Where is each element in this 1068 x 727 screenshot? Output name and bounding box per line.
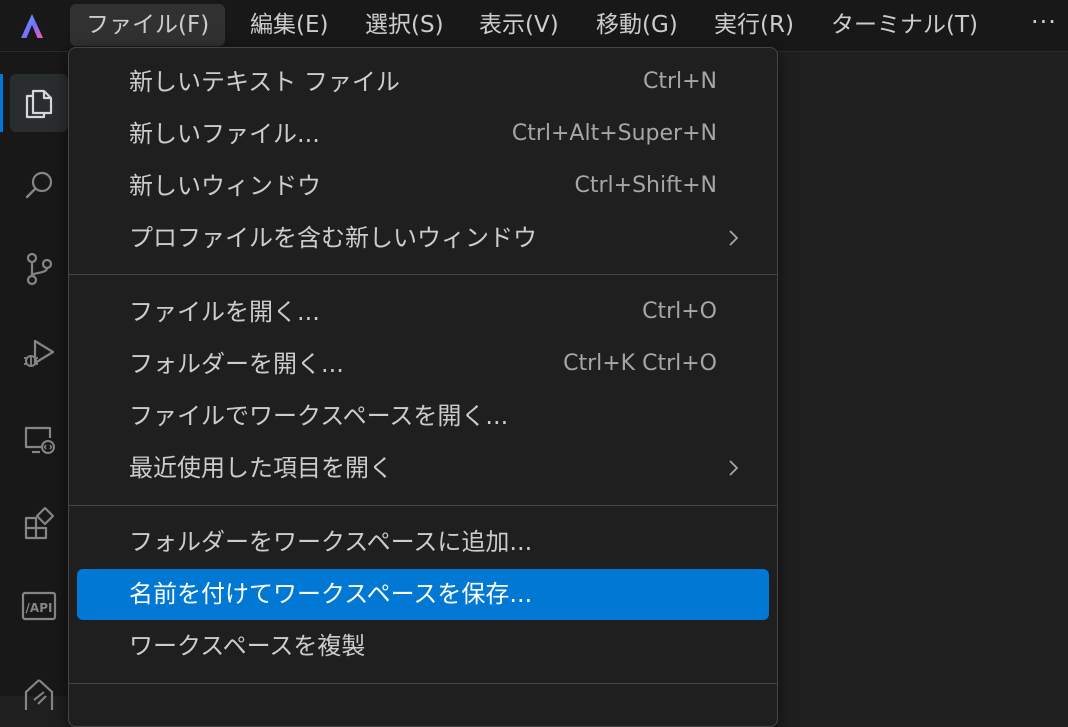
explorer-icon <box>25 89 53 119</box>
menu-selection[interactable]: 選択(S) <box>349 4 460 46</box>
search-button[interactable] <box>10 157 68 215</box>
menu-item-label: 新しいウィンドウ <box>129 172 321 200</box>
menu-view[interactable]: 表示(V) <box>463 4 575 46</box>
menu-item-open-file[interactable]: ファイルを開く... Ctrl+O <box>77 288 769 336</box>
menu-edit[interactable]: 編集(E) <box>234 4 344 46</box>
explorer-button[interactable] <box>10 74 68 132</box>
partial-button[interactable] <box>10 662 68 720</box>
menu-item-new-window[interactable]: 新しいウィンドウ Ctrl+Shift+N <box>77 162 769 210</box>
menu-terminal[interactable]: ターミナル(T) <box>815 4 994 46</box>
file-menu-dropdown: 新しいテキスト ファイル Ctrl+N 新しいファイル... Ctrl+Alt+… <box>68 47 778 727</box>
menu-item-new-file[interactable]: 新しいファイル... Ctrl+Alt+Super+N <box>77 110 769 158</box>
svg-text:/API: /API <box>26 601 53 615</box>
menu-separator <box>69 274 777 275</box>
extensions-button[interactable] <box>10 494 68 552</box>
menu-item-shortcut: Ctrl+K Ctrl+O <box>563 351 717 376</box>
api-button[interactable]: /API <box>10 577 68 635</box>
remote-explorer-icon <box>24 426 55 454</box>
ellipsis-icon[interactable]: ··· <box>1024 4 1064 46</box>
menu-item-add-folder-to-workspace[interactable]: フォルダーをワークスペースに追加... <box>77 518 769 566</box>
partial-icon <box>24 679 54 710</box>
menu-item-open-folder[interactable]: フォルダーを開く... Ctrl+K Ctrl+O <box>77 340 769 388</box>
chevron-right-icon <box>729 230 739 246</box>
menu-item-label: 新しいファイル... <box>129 120 320 148</box>
search-icon <box>25 171 53 199</box>
menu-separator <box>69 683 777 684</box>
active-indicator <box>0 74 3 132</box>
menu-item-open-workspace-from-file[interactable]: ファイルでワークスペースを開く... <box>77 392 769 440</box>
app-logo-icon <box>16 10 48 42</box>
run-debug-icon <box>24 339 55 367</box>
menu-item-open-recent[interactable]: 最近使用した項目を開く <box>77 444 769 492</box>
menu-item-duplicate-workspace[interactable]: ワークスペースを複製 <box>77 622 769 670</box>
menu-item-shortcut: Ctrl+N <box>642 69 717 94</box>
menu-item-shortcut: Ctrl+Alt+Super+N <box>511 121 717 146</box>
menu-item-label: 名前を付けてワークスペースを保存... <box>129 580 533 608</box>
activity-bar: /API <box>0 52 78 710</box>
menu-bar: ファイル(F) 編集(E) 選択(S) 表示(V) 移動(G) 実行(R) ター… <box>0 0 1068 52</box>
run-debug-button[interactable] <box>10 324 68 382</box>
api-icon: /API <box>21 591 57 621</box>
menu-file[interactable]: ファイル(F) <box>70 4 226 46</box>
menu-item-label: ファイルを開く... <box>129 298 320 326</box>
menu-item-label: ワークスペースを複製 <box>129 632 366 660</box>
menu-item-save-workspace-as[interactable]: 名前を付けてワークスペースを保存... <box>77 569 769 620</box>
menu-item-label: フォルダーをワークスペースに追加... <box>129 528 533 556</box>
menu-separator <box>69 505 777 506</box>
menu-item-label: ファイルでワークスペースを開く... <box>129 402 509 430</box>
extensions-icon <box>24 506 55 540</box>
menu-item-shortcut: Ctrl+O <box>642 299 717 324</box>
menu-run[interactable]: 実行(R) <box>698 4 810 46</box>
menu-item-label: フォルダーを開く... <box>129 350 344 378</box>
menu-item-label: 新しいテキスト ファイル <box>129 68 400 96</box>
menu-go[interactable]: 移動(G) <box>580 4 694 46</box>
menu-item-shortcut: Ctrl+Shift+N <box>574 173 717 198</box>
menu-item-new-text-file[interactable]: 新しいテキスト ファイル Ctrl+N <box>77 58 769 106</box>
chevron-right-icon <box>729 460 739 476</box>
menu-item-label: プロファイルを含む新しいウィンドウ <box>129 224 537 252</box>
menu-item-label: 最近使用した項目を開く <box>129 454 393 482</box>
menu-item-new-window-with-profile[interactable]: プロファイルを含む新しいウィンドウ <box>77 214 769 262</box>
remote-explorer-button[interactable] <box>10 410 68 468</box>
source-control-button[interactable] <box>10 240 68 298</box>
source-control-icon <box>26 252 53 286</box>
